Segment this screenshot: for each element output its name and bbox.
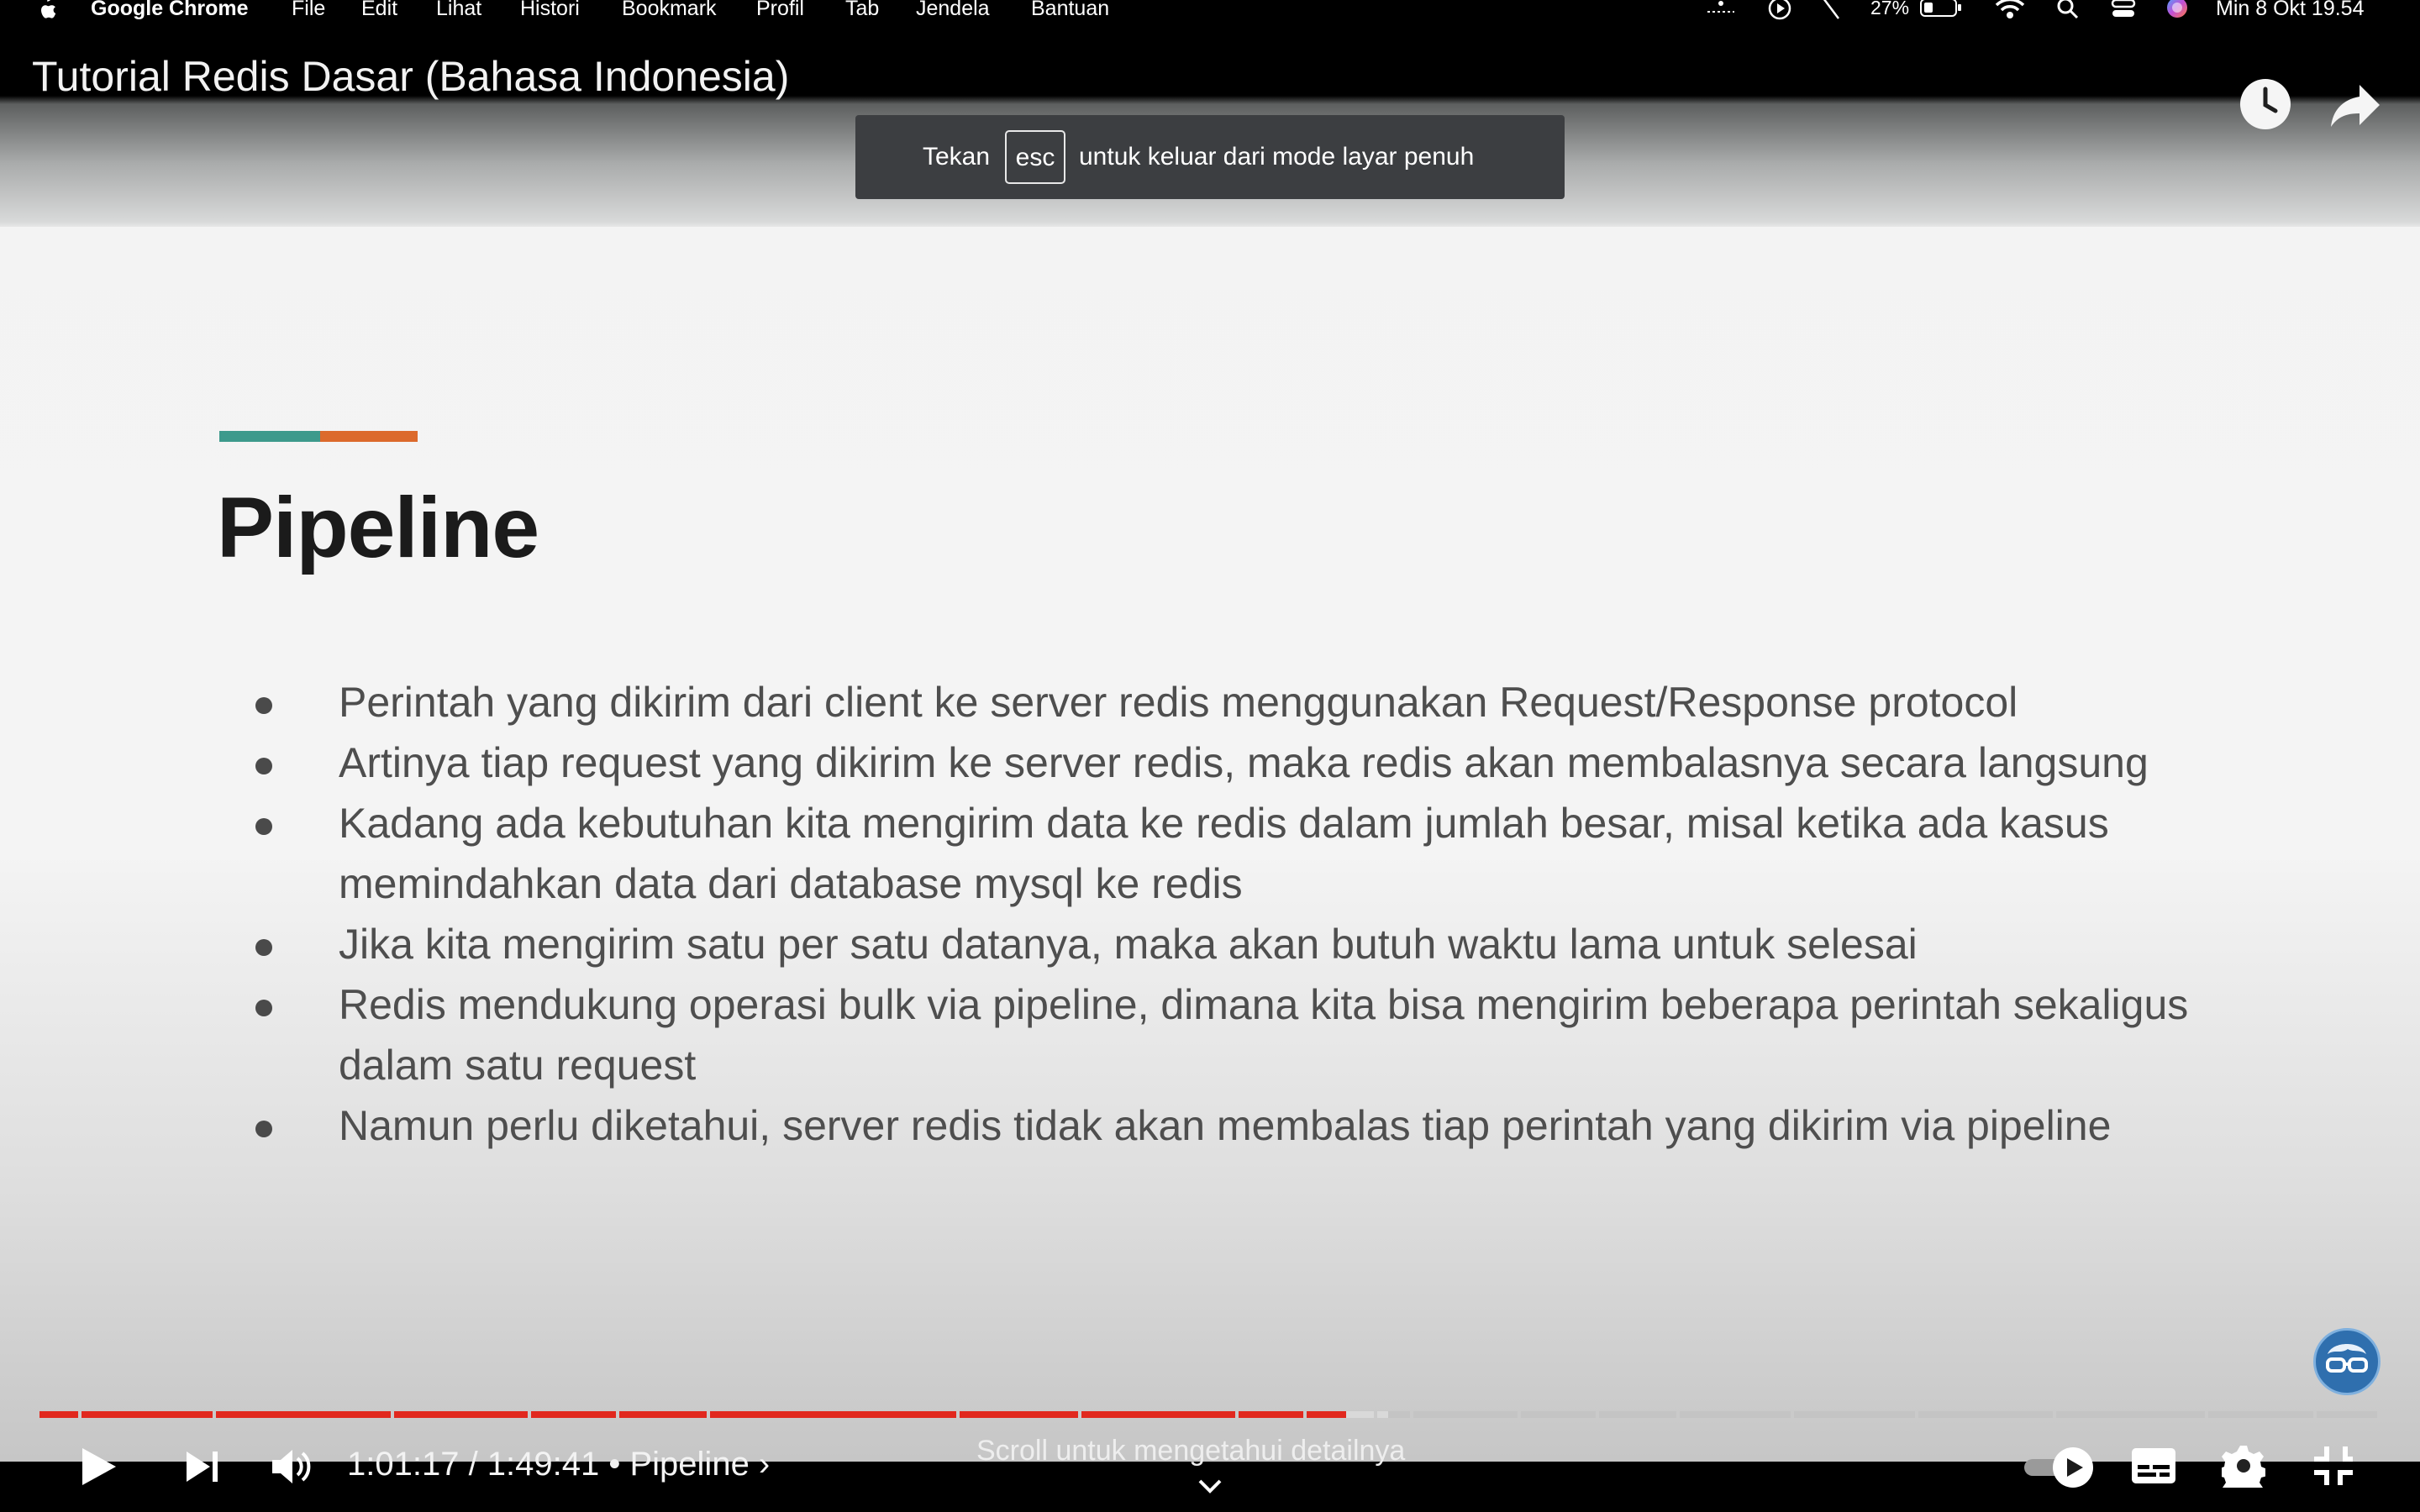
progress-segment-rest[interactable] <box>1680 1411 1791 1418</box>
toast-prefix: Tekan <box>923 143 991 171</box>
apple-icon[interactable] <box>35 0 57 22</box>
menu-bantuan[interactable]: Bantuan <box>1031 0 1109 21</box>
slide-bullet: Artinya tiap request yang dikirim ke ser… <box>252 732 2269 793</box>
slide-bullet: Perintah yang dikirim dari client ke ser… <box>252 672 2269 732</box>
autoplay-toggle[interactable] <box>2021 1445 2096 1490</box>
exit-fullscreen-icon[interactable] <box>2312 1445 2354 1487</box>
progress-segment-rest[interactable] <box>1413 1411 1518 1418</box>
menu-app-name[interactable]: Google Chrome <box>91 0 249 21</box>
progress-segment-rest[interactable] <box>2056 1411 2205 1418</box>
progress-segment-rest[interactable] <box>1521 1411 1596 1418</box>
glasses-avatar-icon <box>2326 1344 2368 1373</box>
menu-histori[interactable]: Histori <box>520 0 580 21</box>
toast-suffix: untuk keluar dari mode layar penuh <box>1079 143 1475 171</box>
scroll-hint[interactable]: Scroll untuk mengetahui detailnya <box>976 1435 1405 1467</box>
progress-segment-played[interactable] <box>1307 1411 1346 1418</box>
progress-segment-buffered[interactable] <box>1377 1411 1388 1418</box>
progress-segment-rest[interactable] <box>1794 1411 1915 1418</box>
progress-segment-played[interactable] <box>619 1411 707 1418</box>
progress-segment-played[interactable] <box>710 1411 956 1418</box>
progress-segment-played[interactable] <box>531 1411 616 1418</box>
progress-segment-rest[interactable] <box>2208 1411 2313 1418</box>
slide-bullet-list: Perintah yang dikirim dari client ke ser… <box>252 672 2269 1156</box>
slide-accent-teal <box>219 431 320 442</box>
chevron-down-icon[interactable] <box>1196 1476 1224 1496</box>
progress-segment-rest[interactable] <box>2317 1411 2377 1418</box>
play-circle-icon[interactable] <box>1766 0 1793 22</box>
video-player[interactable]: Pipeline Perintah yang dikirim dari clie… <box>0 20 2420 1512</box>
volume-icon[interactable] <box>269 1446 313 1487</box>
slide-bullet: Namun perlu diketahui, server redis tida… <box>252 1095 2269 1156</box>
menu-profil[interactable]: Profil <box>756 0 804 21</box>
slide-bullet: Kadang ada kebutuhan kita mengirim data … <box>252 793 2269 914</box>
progress-segment-rest[interactable] <box>1599 1411 1676 1418</box>
slide-frame: Pipeline Perintah yang dikirim dari clie… <box>0 96 2420 1462</box>
battery-icon[interactable] <box>1919 0 1963 20</box>
slide-title: Pipeline <box>217 480 539 575</box>
slide-bullet: Redis mendukung operasi bulk via pipelin… <box>252 974 2269 1095</box>
menu-jendela[interactable]: Jendela <box>916 0 990 21</box>
progress-segment-played[interactable] <box>82 1411 213 1418</box>
play-icon[interactable] <box>77 1445 119 1488</box>
slide-bullet: Jika kita mengirim satu per satu datanya… <box>252 914 2269 974</box>
time-chapter-display[interactable]: 1:01:17 / 1:49:41 • Pipeline › <box>347 1446 770 1483</box>
menu-file[interactable]: File <box>292 0 325 21</box>
macos-menu-bar: Google Chrome File Edit Lihat Histori Bo… <box>0 0 2420 20</box>
progress-segment-rest[interactable] <box>1388 1411 1410 1418</box>
settings-gear-icon[interactable] <box>2222 1444 2265 1488</box>
search-icon[interactable] <box>2055 0 2081 22</box>
progress-segment-played[interactable] <box>1239 1411 1303 1418</box>
progress-segment-played[interactable] <box>1081 1411 1235 1418</box>
control-center-icon[interactable] <box>2109 0 2138 22</box>
pen-icon[interactable] <box>1818 0 1844 22</box>
progress-segment-buffered[interactable] <box>1346 1411 1374 1418</box>
progress-bar[interactable] <box>39 1411 2381 1418</box>
video-title[interactable]: Tutorial Redis Dasar (Bahasa Indonesia) <box>32 52 789 101</box>
channel-avatar[interactable] <box>2313 1328 2381 1395</box>
watch-later-clock-icon[interactable] <box>2238 76 2293 132</box>
menu-clock[interactable]: Min 8 Okt 19.54 <box>2216 0 2364 21</box>
menu-edit[interactable]: Edit <box>361 0 397 21</box>
menu-bookmark[interactable]: Bookmark <box>622 0 717 21</box>
slide-accent-orange <box>320 431 418 442</box>
progress-segment-played[interactable] <box>960 1411 1078 1418</box>
menu-tab[interactable]: Tab <box>845 0 879 21</box>
esc-key-badge: esc <box>1005 130 1065 184</box>
esc-key-label: esc <box>1015 144 1055 171</box>
fullscreen-exit-toast: Tekan esc untuk keluar dari mode layar p… <box>855 115 1565 199</box>
menu-lihat[interactable]: Lihat <box>436 0 481 21</box>
progress-segment-played[interactable] <box>216 1411 391 1418</box>
share-arrow-icon[interactable] <box>2328 78 2383 134</box>
progress-segment-played[interactable] <box>39 1411 78 1418</box>
wifi-icon[interactable] <box>1993 0 2027 22</box>
battery-percent: 27% <box>1870 0 1910 18</box>
sleep-dots-icon[interactable] <box>1704 0 1738 20</box>
subtitles-icon[interactable] <box>2130 1446 2177 1485</box>
progress-segment-played[interactable] <box>394 1411 528 1418</box>
progress-segment-rest[interactable] <box>1918 1411 2053 1418</box>
next-video-icon[interactable] <box>183 1448 220 1485</box>
